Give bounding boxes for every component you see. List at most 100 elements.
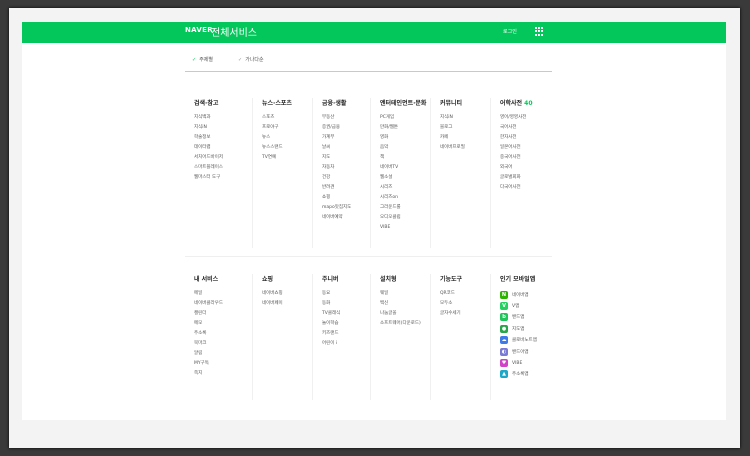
service-link[interactable]: 모두소 — [440, 299, 462, 309]
check-icon: ✓ — [192, 57, 197, 63]
service-link[interactable]: 네이버클라우드 — [194, 299, 223, 309]
service-link[interactable]: 웨일 — [380, 289, 421, 299]
service-link[interactable]: 지식iN — [194, 123, 223, 133]
app-link[interactable]: ▲ 주소록앱 — [500, 369, 537, 380]
service-link[interactable]: 국어사전 — [500, 123, 533, 133]
service-link[interactable]: TV연예 — [262, 153, 292, 163]
service-link[interactable]: 한자사전 — [500, 133, 533, 143]
section-title-text: 내 서비스 — [194, 276, 219, 283]
service-link[interactable]: 자동차 — [322, 163, 351, 173]
service-link[interactable]: QR코드 — [440, 289, 462, 299]
app-link[interactable]: V V앱 — [500, 300, 537, 311]
service-link[interactable]: 스포츠 — [262, 113, 292, 123]
login-button[interactable]: 로그인 — [503, 28, 517, 35]
service-link[interactable]: 네이버페이 — [262, 299, 283, 309]
service-link[interactable]: TV클래식 — [322, 309, 340, 319]
service-link[interactable]: 네이버예약 — [322, 213, 351, 223]
app-link[interactable]: ☁ 클로바노트앱 — [500, 335, 537, 346]
section-title: 기능도구 — [440, 274, 462, 283]
service-link[interactable]: 프로야구 — [262, 123, 292, 133]
vibe-app-icon: ♥ — [500, 359, 508, 368]
service-link[interactable]: 반려견 — [322, 183, 351, 193]
service-link[interactable]: 시리즈 — [380, 183, 426, 193]
service-link[interactable]: 쇼핑 — [322, 193, 351, 203]
service-link[interactable]: 건강 — [322, 173, 351, 183]
service-link[interactable]: PC게임 — [380, 113, 426, 123]
service-link[interactable]: 블로그 — [440, 123, 465, 133]
service-link[interactable]: 오디오클립 — [380, 213, 426, 223]
service-link[interactable]: 뉴스 — [262, 133, 292, 143]
bottom-section-2: 주니버동요 동화 TV클래식 놀이학습 키즈랜드 어린이 i — [322, 274, 340, 349]
service-link[interactable]: mapo맛집지도 — [322, 203, 351, 213]
section-title: 주니버 — [322, 274, 340, 283]
service-link[interactable]: 나눔글꼴 — [380, 309, 421, 319]
service-link[interactable]: 카페 — [440, 133, 465, 143]
service-link[interactable]: 음악 — [380, 143, 426, 153]
tab-alphabetical[interactable]: ✓ 가나다순 — [238, 56, 264, 63]
service-link[interactable]: 글자수세기 — [440, 309, 462, 319]
service-link[interactable]: 지도 — [322, 153, 351, 163]
app-link[interactable]: ♥ VIBE — [500, 357, 537, 368]
service-link[interactable]: 영어/영영사전 — [500, 113, 533, 123]
service-link[interactable]: 뉴스스탠드 — [262, 143, 292, 153]
service-link[interactable]: 메모 — [194, 319, 223, 329]
service-link[interactable]: 가계부 — [322, 133, 351, 143]
service-link[interactable]: 다국어사전 — [500, 183, 533, 193]
service-link[interactable]: 스마트플레이스 — [194, 163, 223, 173]
service-link[interactable]: 중국어사전 — [500, 153, 533, 163]
service-link[interactable]: 네이버쇼핑 — [262, 289, 283, 299]
app-link[interactable]: b 밴드앱 — [500, 312, 537, 323]
service-link[interactable]: MY구독 — [194, 359, 223, 369]
service-link[interactable]: 네이버프로필 — [440, 143, 465, 153]
tab-by-topic[interactable]: ✓ 주제별 — [192, 56, 213, 63]
service-link[interactable]: 동요 — [322, 289, 340, 299]
service-link[interactable]: VIBE — [380, 223, 426, 233]
service-link[interactable]: 주소록 — [194, 329, 223, 339]
service-link[interactable]: 데이터랩 — [194, 143, 223, 153]
service-link[interactable]: 키즈랜드 — [322, 329, 340, 339]
service-link[interactable]: 영화 — [380, 133, 426, 143]
papago-app-icon: ◐ — [500, 347, 508, 356]
service-link[interactable]: 일본어사전 — [500, 143, 533, 153]
service-link[interactable]: 동화 — [322, 299, 340, 309]
service-link[interactable]: 글로벌회화 — [500, 173, 533, 183]
service-link[interactable]: 지식백과 — [194, 113, 223, 123]
service-link[interactable]: 외국어 — [500, 163, 533, 173]
service-link[interactable]: 메일 — [194, 289, 223, 299]
service-link[interactable]: 백신 — [380, 299, 421, 309]
section-title-text: 커뮤니티 — [440, 100, 463, 107]
service-link[interactable]: 캘린더 — [194, 309, 223, 319]
service-link[interactable]: 책 — [380, 153, 426, 163]
service-link[interactable]: 서치어드바이저 — [194, 153, 223, 163]
service-link[interactable]: 쪽지 — [194, 369, 223, 379]
app-link[interactable]: N 네이버앱 — [500, 289, 537, 300]
service-link[interactable]: 놀이학습 — [322, 319, 340, 329]
app-link[interactable]: ◐ 밴드아앱 — [500, 346, 537, 357]
clova-note-icon: ☁ — [500, 336, 508, 345]
service-link[interactable]: 웹소설 — [380, 173, 426, 183]
service-link[interactable]: 지식iN — [440, 113, 465, 123]
section-title-text: 쇼핑 — [262, 276, 274, 283]
service-link[interactable]: 만화/웹툰 — [380, 123, 426, 133]
service-link[interactable]: 어린이 i — [322, 339, 340, 349]
grid-menu-icon[interactable] — [535, 27, 544, 36]
service-link[interactable]: 웹마스터 도구 — [194, 173, 223, 183]
service-link[interactable]: 부동산 — [322, 113, 351, 123]
service-link[interactable]: 소프트웨어(다운로드) — [380, 319, 421, 329]
column-separator — [490, 274, 491, 400]
service-link[interactable]: 날씨 — [322, 143, 351, 153]
page: NAVER 전체서비스 로그인 ✓ 주제별 ✓ 가나다순 검색·참고 지식백과 지식iN… — [22, 22, 726, 420]
service-link[interactable]: 학술정보 — [194, 133, 223, 143]
section-title: 커뮤니티 — [440, 98, 465, 107]
service-link[interactable]: 시리즈on — [380, 193, 426, 203]
naver-logo[interactable]: NAVER — [185, 26, 213, 34]
service-list: QR코드 모두소 글자수세기 — [440, 289, 462, 319]
tab-label: 가나다순 — [245, 57, 264, 63]
service-link[interactable]: 알림 — [194, 349, 223, 359]
service-link[interactable]: 북마크 — [194, 339, 223, 349]
service-link[interactable]: 네이버TV — [380, 163, 426, 173]
service-link[interactable]: 증권/금융 — [322, 123, 351, 133]
app-label: 주소록앱 — [512, 372, 529, 378]
app-link[interactable]: ● 지도앱 — [500, 323, 537, 334]
service-link[interactable]: 그라운드룰 — [380, 203, 426, 213]
